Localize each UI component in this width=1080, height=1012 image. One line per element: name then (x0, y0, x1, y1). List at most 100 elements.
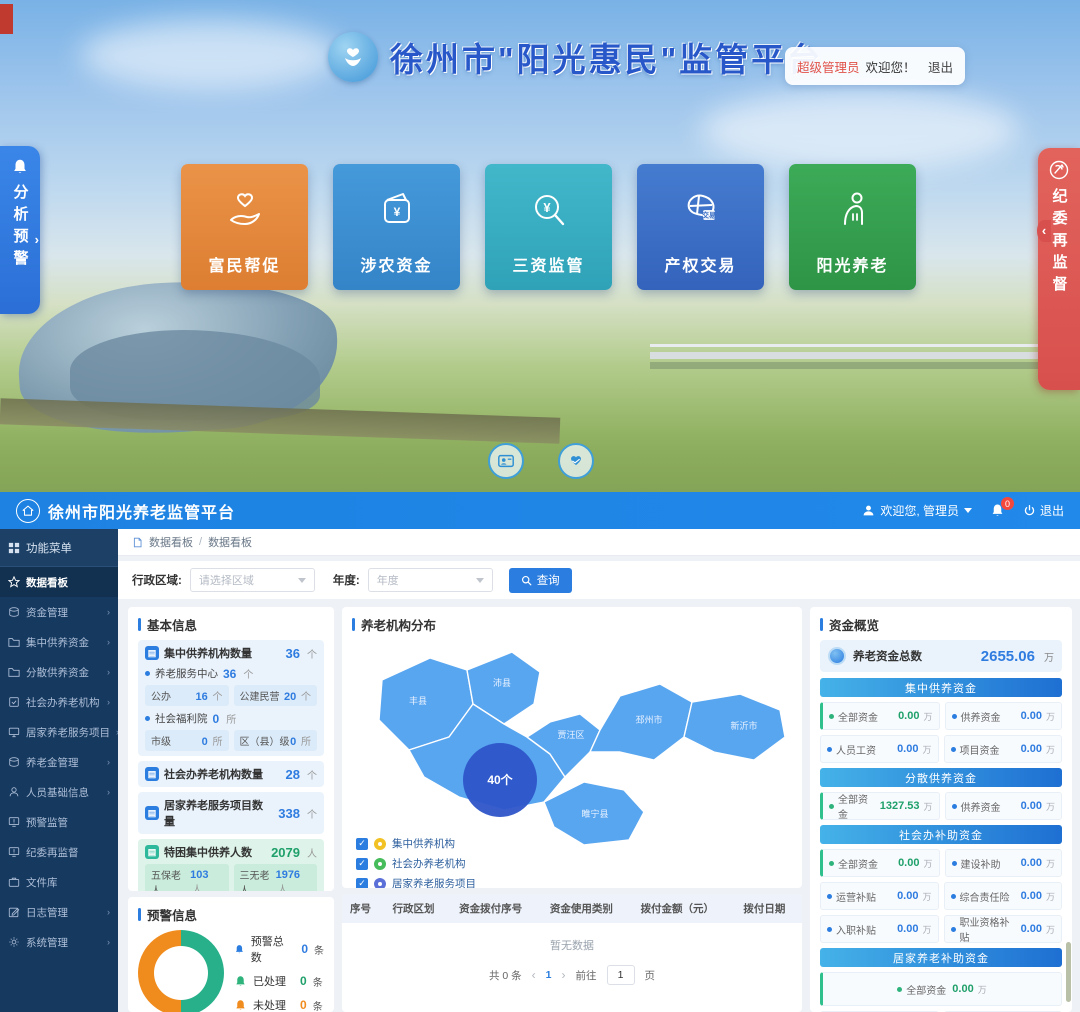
sidebar-item-data-board[interactable]: 数据看板 (0, 567, 118, 597)
doc-icon: ▤ (145, 806, 159, 820)
checkbox-checked[interactable]: ✓ (356, 858, 368, 870)
tile-shenong-zijin[interactable]: ¥ 涉农资金 (333, 164, 460, 290)
sidebar-item-home-care-projects[interactable]: 居家养老服务项目› (0, 717, 118, 747)
green-pin-icon (374, 858, 386, 870)
warning-done-row: 已处理 0 条 (234, 973, 324, 989)
scrollbar-thumb[interactable] (1066, 942, 1071, 1002)
stat-unit: 条 (314, 942, 324, 957)
funds-table: 序号 行政区划 资金拨付序号 资金使用类别 拨付金额（元） 拨付日期 (342, 894, 802, 923)
fund-cell: 入职补贴0.00万 (820, 915, 939, 943)
chevron-down-icon (476, 578, 484, 583)
tile-chanquan-jiaoyi[interactable]: 交易 产权交易 (637, 164, 764, 290)
prev-page-button[interactable]: ‹ (532, 968, 536, 982)
alert-monitor-icon (8, 816, 20, 828)
yellow-pin-icon (374, 838, 386, 850)
analysis-warning-tab[interactable]: 分析预警 › (0, 146, 40, 314)
stat-chip: 三无老人1976 人 (234, 864, 318, 891)
stat-chip: 五保老人103 人 (145, 864, 229, 891)
breadcrumb-root[interactable]: 数据看板 (149, 534, 193, 550)
sidebar-item-file-library[interactable]: 文件库 (0, 867, 118, 897)
sidebar-item-label: 集中供养资金 (26, 635, 89, 650)
basic-info-panel: 基本信息 ▤ 集中供养机构数量 36个 养老服务中心36个 公办16 个 公建民… (128, 607, 334, 891)
sidebar-item-pension-mgmt[interactable]: 养老金管理› (0, 747, 118, 777)
fund-cell: 人员工资0.00万 (820, 735, 939, 763)
discipline-supervision-tab[interactable]: 纪委再监督 ‹ (1038, 148, 1080, 390)
hero-user-box: 超级管理员 欢迎您！ 退出 (785, 47, 965, 85)
col-header-region: 行政区划 (384, 894, 451, 923)
stat-unit: 条 (313, 998, 323, 1012)
coin-icon (828, 647, 846, 665)
sidebar-item-central-care-funds[interactable]: 集中供养资金› (0, 627, 118, 657)
tile-yangguang-yanglao[interactable]: 阳光养老 (789, 164, 916, 290)
sidebar-item-warning-supervision[interactable]: 预警监管 (0, 807, 118, 837)
col-header-index: 序号 (342, 894, 384, 923)
search-icon (521, 575, 532, 586)
warning-undone-row: 未处理 0 条 (234, 997, 324, 1012)
fund-cell: 职业资格补贴0.00万 (944, 915, 1063, 943)
checkbox-checked[interactable]: ✓ (356, 878, 368, 889)
sidebar-menu-header[interactable]: 功能菜单 (0, 529, 118, 567)
next-page-button[interactable]: › (562, 968, 566, 982)
region-select[interactable]: 请选择区域 (190, 568, 315, 592)
search-button[interactable]: 查询 (509, 568, 572, 593)
sidebar-item-discipline-supervision[interactable]: 纪委再监督 (0, 837, 118, 867)
sidebar-item-system-mgmt[interactable]: 系统管理› (0, 927, 118, 957)
stat-unit: 个 (243, 666, 253, 681)
user-menu[interactable]: 欢迎您, 管理员 (862, 502, 972, 519)
stat-chip: 区（县）级0 所 (234, 730, 318, 751)
cloud (700, 90, 1020, 170)
power-icon (1023, 504, 1036, 517)
legend-label: 社会办养老机构 (392, 856, 466, 871)
sidebar-item-social-institutions[interactable]: 社会办养老机构› (0, 687, 118, 717)
sidebar-item-label: 功能菜单 (26, 540, 72, 556)
xuzhou-districts-map[interactable]: 丰县 沛县 贾汪区 邳州市 新沂市 睢宁县 40个 (352, 640, 802, 852)
breadcrumb-separator: / (199, 536, 202, 548)
checkbox-checked[interactable]: ✓ (356, 838, 368, 850)
chevron-right-icon: › (107, 667, 110, 677)
doc-icon: ▤ (145, 767, 159, 781)
id-card-button[interactable] (488, 443, 524, 479)
svg-text:¥: ¥ (393, 205, 400, 219)
tile-fumin-bangcu[interactable]: 富民帮促 (181, 164, 308, 290)
sidebar-item-label: 人员基础信息 (26, 785, 89, 800)
page-number-button[interactable]: 1 (546, 969, 552, 981)
trade-blocks-icon: 交易 (677, 186, 725, 234)
goto-page-input[interactable] (607, 965, 635, 985)
year-select[interactable]: 年度 (368, 568, 493, 592)
tile-sanzi-jianguan[interactable]: ¥ 三资监管 (485, 164, 612, 290)
sidebar-item-log-mgmt[interactable]: 日志管理› (0, 897, 118, 927)
fund-cell: 供养资金0.00万 (945, 702, 1063, 730)
legend-label: 居家养老服务项目 (392, 876, 476, 888)
health-heart-button[interactable] (558, 443, 594, 479)
sidebar-item-dispersed-care-funds[interactable]: 分散供养资金› (0, 657, 118, 687)
chevron-down-icon (298, 578, 306, 583)
map-label-suining: 睢宁县 (581, 808, 608, 819)
sidebar-item-personnel-info[interactable]: 人员基础信息› (0, 777, 118, 807)
pagination: 共 0 条 ‹ 1 › 前往 页 (342, 963, 802, 985)
map-label-xinyi: 新沂市 (730, 720, 757, 731)
bell-icon (11, 158, 29, 176)
chevron-right-icon: › (107, 697, 110, 707)
hero-quick-actions (488, 443, 594, 479)
stat-label: 居家养老服务项目数量 (164, 797, 273, 829)
elder-person-icon (829, 186, 877, 234)
breadcrumb-current: 数据看板 (208, 534, 252, 550)
hero-logout-button[interactable]: 退出 (928, 57, 953, 76)
legend-label: 集中供养机构 (392, 836, 455, 851)
sidebar-item-funds-mgmt[interactable]: 资金管理› (0, 597, 118, 627)
logout-button[interactable]: 退出 (1023, 502, 1064, 519)
document-icon (132, 537, 143, 548)
discipline-supervision-label: 纪委再监督 (1049, 188, 1070, 298)
notification-badge: 0 (1001, 497, 1014, 510)
filter-bar: 行政区域: 请选择区域 年度: 年度 查询 (118, 561, 1080, 599)
coins-icon (8, 606, 20, 618)
svg-text:¥: ¥ (543, 200, 551, 215)
social-institutions-card: ▤ 社会办养老机构数量 28个 (138, 761, 324, 787)
user-role: 超级管理员 (797, 57, 860, 76)
stat-value: 36 (286, 646, 300, 661)
map-title: 养老机构分布 (352, 615, 792, 634)
notifications-button[interactable]: 0 (990, 503, 1005, 518)
stat-value: 0 (300, 974, 307, 988)
heart-in-hand-icon (221, 186, 269, 234)
stat-label: 预警总数 (251, 933, 288, 965)
